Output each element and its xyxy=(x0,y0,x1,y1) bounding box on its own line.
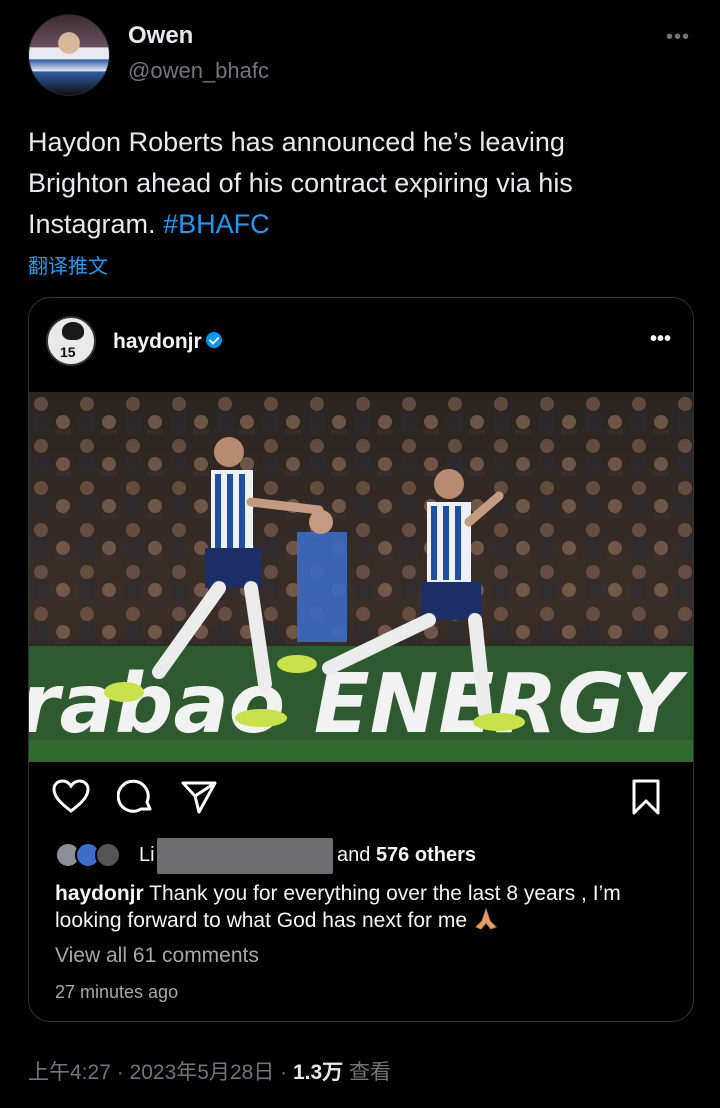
media-card[interactable]: 15 haydonjr ••• rabao ENERGY Li and 576 … xyxy=(28,297,694,1022)
ad-board-text: rabao ENERGY xyxy=(29,657,688,752)
translate-link[interactable]: 翻译推文 xyxy=(28,250,108,279)
heart-icon xyxy=(52,779,90,813)
ig-more-icon: ••• xyxy=(649,328,671,350)
tweet-meta: 上午4:27 · 2023年5月28日 · 1.3万 查看 xyxy=(28,1061,392,1084)
view-comments-link: View all 61 comments xyxy=(55,944,259,967)
ig-actions xyxy=(29,778,693,818)
hashtag-link[interactable]: #BHAFC xyxy=(163,209,270,239)
caption-username: haydonjr xyxy=(55,882,144,905)
author-avatar[interactable] xyxy=(28,14,110,96)
ig-timestamp: 27 minutes ago xyxy=(55,982,179,1002)
author-name[interactable]: Owen xyxy=(128,22,193,50)
views-label: 查看 xyxy=(343,1061,392,1084)
tweet-text: Haydon Roberts has announced he’s leavin… xyxy=(28,122,668,245)
views-count: 1.3万 xyxy=(292,1061,344,1084)
tweet-body: Haydon Roberts has announced he’s leavin… xyxy=(28,127,573,239)
ig-username-row: haydonjr xyxy=(113,330,222,354)
share-icon xyxy=(181,781,217,814)
redacted-block xyxy=(157,838,333,874)
verified-badge-icon xyxy=(205,332,222,349)
more-options-icon[interactable]: ••• xyxy=(666,26,690,49)
tweet-date[interactable]: 2023年5月28日 xyxy=(130,1061,275,1084)
ig-avatar-number: 15 xyxy=(60,344,76,360)
comment-icon xyxy=(117,779,152,813)
ig-username: haydonjr xyxy=(113,330,202,353)
likes-row: Li and 576 others xyxy=(55,838,675,874)
liker-avatar xyxy=(95,842,121,868)
bookmark-icon xyxy=(632,779,660,815)
ig-avatar: 15 xyxy=(46,316,96,366)
liker-name: Li xyxy=(139,844,155,866)
ig-photo: rabao ENERGY xyxy=(29,392,693,762)
ig-caption: haydonjr Thank you for everything over t… xyxy=(55,881,675,934)
praying-hands-icon xyxy=(475,907,497,930)
likes-count: and 576 others xyxy=(337,844,476,866)
tweet-time[interactable]: 上午4:27 xyxy=(28,1061,111,1084)
celebration-photo: rabao ENERGY xyxy=(29,392,693,762)
author-handle[interactable]: @owen_bhafc xyxy=(128,58,269,84)
